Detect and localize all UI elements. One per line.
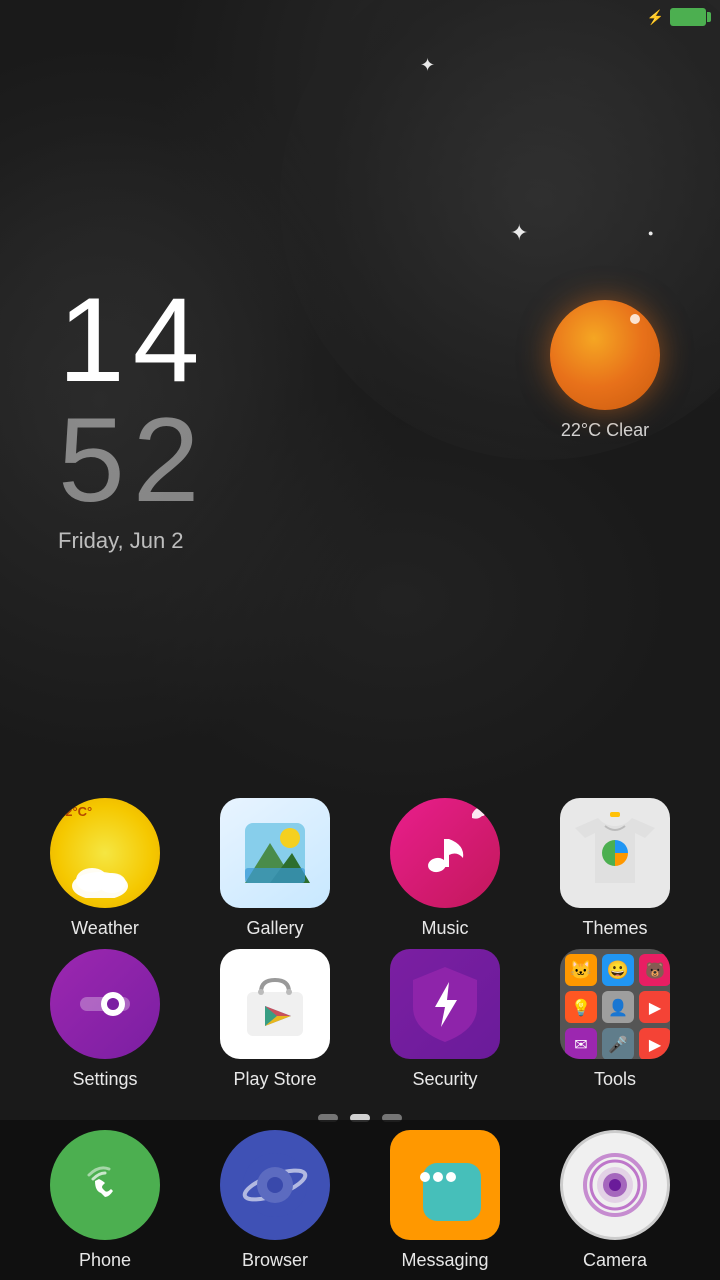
weather-icon-temp: 22°C° [58, 804, 92, 819]
app-security[interactable]: Security [370, 949, 520, 1090]
app-gallery-label: Gallery [246, 918, 303, 939]
svg-text:▶: ▶ [649, 1000, 662, 1017]
dock-phone-label: Phone [79, 1250, 131, 1271]
phone-app-icon [50, 1130, 160, 1240]
app-security-label: Security [412, 1069, 477, 1090]
cloud-svg [70, 858, 140, 898]
phone-svg [75, 1155, 135, 1215]
app-tools-label: Tools [594, 1069, 636, 1090]
sun-dot [630, 314, 640, 324]
app-playstore[interactable]: Play Store [200, 949, 350, 1090]
dock-browser-label: Browser [242, 1250, 308, 1271]
settings-app-icon [50, 949, 160, 1059]
svg-text:😀: 😀 [607, 960, 629, 980]
weather-app-icon: 22°C° [50, 798, 160, 908]
music-svg [415, 823, 475, 883]
clock-date: Friday, Jun 2 [58, 528, 207, 554]
playstore-app-icon [220, 949, 330, 1059]
app-themes-label: Themes [582, 918, 647, 939]
playstore-svg [235, 964, 315, 1044]
settings-svg [70, 969, 140, 1039]
camera-app-icon [560, 1130, 670, 1240]
svg-text:✉: ✉ [574, 1037, 587, 1054]
weather-widget: 22°C Clear [550, 300, 660, 441]
app-music-label: Music [421, 918, 468, 939]
gallery-app-icon [220, 798, 330, 908]
app-row-1: 22°C° Weather [20, 798, 700, 939]
app-weather-label: Weather [71, 918, 139, 939]
camera-svg [580, 1150, 650, 1220]
sun-icon [550, 300, 660, 410]
app-row-2: Settings [20, 949, 700, 1090]
browser-svg [240, 1150, 310, 1220]
tools-app-icon: 🐱 😀 🐻 💡 👤 ▶ ✉ 🎤 [560, 949, 670, 1059]
app-themes[interactable]: Themes [540, 798, 690, 939]
dock-camera-label: Camera [583, 1250, 647, 1271]
clock-widget: 14 52 Friday, Jun 2 [58, 280, 207, 554]
security-app-icon [390, 949, 500, 1059]
star-3: ● [648, 228, 653, 238]
dock-messaging[interactable]: Messaging [370, 1130, 520, 1271]
star-1: ✦ [420, 55, 435, 76]
app-weather[interactable]: 22°C° Weather [30, 798, 180, 939]
tools-svg: 🐱 😀 🐻 💡 👤 ▶ ✉ 🎤 [560, 949, 670, 1059]
battery-indicator [670, 8, 706, 26]
music-bird [468, 802, 492, 826]
svg-text:🐻: 🐻 [645, 961, 665, 980]
app-music[interactable]: Music [370, 798, 520, 939]
star-2: ✦ [510, 220, 528, 246]
status-bar: ⚡ [647, 0, 720, 26]
dock-messaging-label: Messaging [401, 1250, 488, 1271]
charging-icon: ⚡ [647, 9, 664, 26]
clock-minute: 52 [58, 400, 207, 520]
gallery-svg [240, 818, 310, 888]
dock: Phone Browser [0, 1120, 720, 1280]
security-svg [405, 962, 485, 1047]
app-settings[interactable]: Settings [30, 949, 180, 1090]
app-playstore-label: Play Store [233, 1069, 316, 1090]
themes-svg [570, 808, 660, 898]
dock-phone[interactable]: Phone [30, 1130, 180, 1271]
browser-app-icon [220, 1130, 330, 1240]
weather-info: 22°C Clear [561, 420, 649, 441]
messaging-svg [405, 1145, 485, 1225]
app-tools[interactable]: 🐱 😀 🐻 💡 👤 ▶ ✉ 🎤 [540, 949, 690, 1090]
weather-temp: 22°C [561, 420, 601, 440]
svg-text:🐱: 🐱 [570, 960, 592, 980]
app-settings-label: Settings [72, 1069, 137, 1090]
messaging-app-icon [390, 1130, 500, 1240]
svg-text:💡: 💡 [571, 998, 591, 1017]
dock-camera[interactable]: Camera [540, 1130, 690, 1271]
weather-condition: Clear [606, 420, 649, 440]
dock-browser[interactable]: Browser [200, 1130, 350, 1271]
svg-text:👤: 👤 [608, 998, 628, 1017]
svg-text:🎤: 🎤 [608, 1035, 628, 1054]
app-gallery[interactable]: Gallery [200, 798, 350, 939]
music-app-icon [390, 798, 500, 908]
app-grid: 22°C° Weather [0, 798, 720, 1100]
svg-text:▶: ▶ [649, 1037, 662, 1054]
clock-hour: 14 [58, 280, 207, 400]
themes-app-icon [560, 798, 670, 908]
